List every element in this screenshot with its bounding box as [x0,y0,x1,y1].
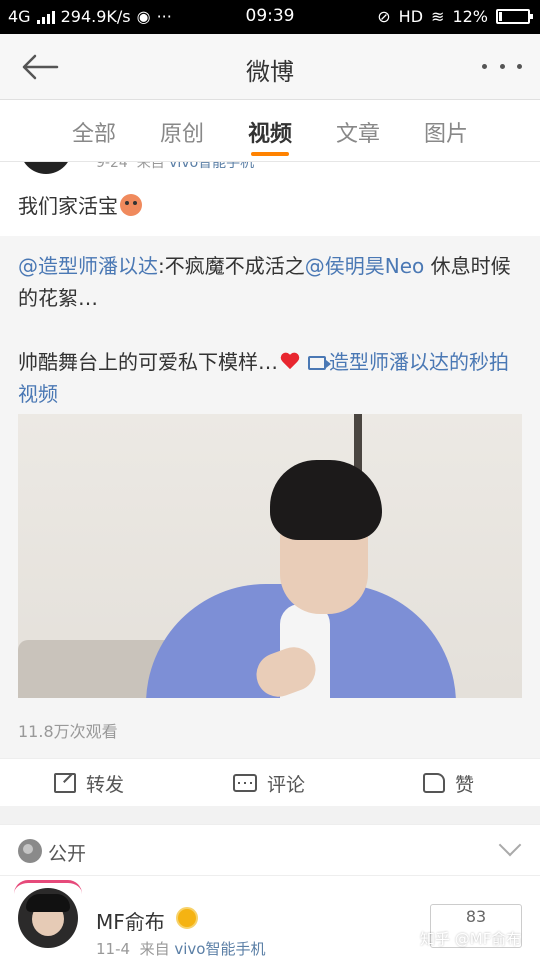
comment-icon [233,774,257,792]
comment-meta: 11-4 来自 vivo智能手机 [96,938,266,959]
dot-icon [517,63,522,69]
repost-block[interactable]: @造型师潘以达:不疯魔不成活之@侯明昊Neo 休息时候的花絮… 帅酷舞台上的可爱… [0,236,540,758]
hd-label: HD [398,7,424,26]
post-meta: 9-24 来自 vivo智能手机 [96,162,254,172]
battery-fill [499,12,502,21]
like-label: 赞 [455,773,475,796]
dot-icon [499,63,505,69]
post-body: 我们家活宝 [18,194,118,218]
watermark: 知乎 @MF俞布 [420,930,522,948]
active-tab-indicator [251,152,289,156]
like-button[interactable]: 赞 [423,767,474,799]
share-button[interactable]: 转发 [54,767,124,799]
nav-bar: 微博 [0,34,540,100]
tab-articles[interactable]: 文章 [336,116,380,148]
back-arrow-icon [22,54,59,80]
battery-percent: 12% [452,7,488,26]
post-source[interactable]: vivo智能手机 [169,162,254,171]
tab-all[interactable]: 全部 [72,116,116,148]
repost-text-part: 帅酷舞台上的可爱私下模样… [18,350,278,374]
post-date: 9-24 [96,162,128,171]
post-text: 我们家活宝 [18,190,142,219]
repost-text: @造型师潘以达:不疯魔不成活之@侯明昊Neo 休息时候的花絮… 帅酷舞台上的可爱… [18,250,523,410]
thumbs-up-icon [423,773,445,793]
globe-icon [18,839,42,863]
tab-images[interactable]: 图片 [424,116,468,148]
chevron-down-icon[interactable] [498,833,522,857]
action-bar: 转发 评论 赞 [0,758,540,806]
comment-item: MF俞布 11-4 来自 vivo智能手机 83 知乎 @MF俞布 [0,876,540,960]
commenter-avatar[interactable] [18,888,78,948]
post-card: 9-24 来自 vivo智能手机 我们家活宝 @造型师潘以达:不疯魔不成活之@侯… [0,162,540,758]
wifi-icon: ≋ [431,7,445,26]
repost-text-part: :不疯魔不成活之 [158,254,305,278]
source-prefix: 来自 [136,162,165,171]
more-options-button[interactable] [482,56,522,76]
video-thumbnail[interactable] [18,414,522,698]
mute-icon: ⊘ [377,7,391,26]
tab-video[interactable]: 视频 [248,116,292,148]
commenter-name[interactable]: MF俞布 [96,906,165,935]
source-prefix: 来自 [139,940,170,958]
heart-emoji-icon [280,353,300,371]
back-button[interactable] [18,48,62,86]
filter-tabs: 全部 原创 视频 文章 图片 [0,100,540,162]
page-title: 微博 [246,58,294,86]
status-bar: 4G 294.9K/s ◉ ··· 09:39 ⊘ HD ≋ 12% [0,0,540,34]
share-icon [54,773,76,793]
video-subject [270,460,382,540]
privacy-label: 公开 [48,843,87,865]
video-camera-icon [308,356,331,370]
share-label: 转发 [86,773,125,796]
mention-link[interactable]: @侯明昊Neo [305,254,425,278]
comment-label: 评论 [267,773,306,796]
avatar[interactable] [20,162,72,174]
view-count: 11.8万次观看 [18,722,118,741]
battery-icon [496,9,533,24]
count-value: 83 [465,907,487,926]
comment-source[interactable]: vivo智能手机 [174,940,265,958]
comment-button[interactable]: 评论 [233,767,305,799]
laughing-emoji-icon [120,194,142,216]
member-badge-icon [176,907,198,929]
tab-original[interactable]: 原创 [160,116,204,148]
privacy-row[interactable]: 公开 [0,824,540,876]
dot-icon [482,63,487,69]
status-right: ⊘ HD ≋ 12% [377,7,533,26]
comment-date: 11-4 [96,940,131,958]
mention-link[interactable]: @造型师潘以达 [18,254,158,278]
